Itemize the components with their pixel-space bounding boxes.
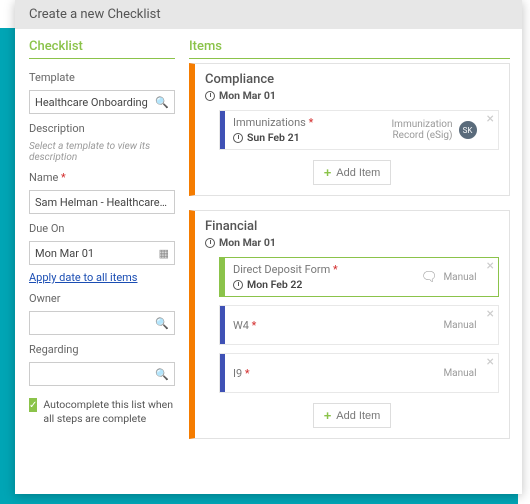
clock-icon — [205, 91, 215, 101]
item-group: Financial Mon Mar 01 Direct Deposit Form *… — [189, 210, 510, 439]
items-section-title: Items — [189, 39, 510, 59]
due-value: Mon Mar 01 — [35, 247, 159, 260]
checklist-item[interactable]: Direct Deposit Form * Mon Feb 22 🗨 Manual × — [219, 257, 499, 297]
checklist-item[interactable]: W4 * Manual × — [219, 305, 499, 345]
items-pane: Items Compliance Mon Mar 01 Immunizations … — [185, 29, 522, 494]
owner-input[interactable]: 🔍 — [29, 311, 175, 335]
remove-item-button[interactable]: × — [483, 354, 498, 392]
owner-label: Owner — [29, 292, 175, 305]
due-input[interactable]: Mon Mar 01 ▦ — [29, 241, 175, 265]
item-body: W4 * — [225, 306, 437, 344]
group-title: Financial — [205, 219, 499, 234]
item-group: Compliance Mon Mar 01 Immunizations * Sun F… — [189, 63, 510, 196]
autocomplete-label: Autocomplete this list when all steps ar… — [43, 398, 175, 425]
item-name: Direct Deposit Form * — [233, 263, 407, 276]
template-label: Template — [29, 71, 175, 84]
add-item-button[interactable]: +Add Item — [313, 403, 392, 428]
comment-icon[interactable]: 🗨 — [421, 270, 438, 285]
checklist-form: Checklist Template Healthcare Onboarding… — [15, 29, 185, 494]
clock-icon — [233, 133, 243, 143]
plus-icon: + — [324, 409, 332, 422]
checklist-item[interactable]: Immunizations * Sun Feb 21 ImmunizationRec… — [219, 110, 499, 150]
item-side: ImmunizationRecord (eSig) SK — [385, 111, 482, 149]
group-date: Mon Mar 01 — [205, 89, 499, 102]
due-label: Due On — [29, 222, 175, 235]
item-meta: Manual — [443, 320, 476, 331]
item-side: Manual — [437, 306, 482, 344]
item-side: Manual — [437, 354, 482, 392]
description-help: Select a template to view its descriptio… — [29, 141, 175, 163]
template-value: Healthcare Onboarding — [35, 96, 155, 109]
name-label: Name — [29, 171, 175, 184]
item-body: I9 * — [225, 354, 437, 392]
group-title: Compliance — [205, 72, 499, 87]
search-icon: 🔍 — [155, 317, 169, 330]
avatar[interactable]: SK — [459, 121, 477, 139]
checklist-item[interactable]: I9 * Manual × — [219, 353, 499, 393]
clock-icon — [233, 280, 243, 290]
checklist-panel: Create a new Checklist Checklist Templat… — [15, 0, 522, 494]
clock-icon — [205, 238, 215, 248]
item-body: Direct Deposit Form * Mon Feb 22 — [225, 258, 415, 296]
plus-icon: + — [324, 166, 332, 179]
checklist-section-title: Checklist — [29, 39, 175, 59]
item-name: I9 * — [233, 367, 429, 380]
remove-item-button[interactable]: × — [483, 306, 498, 344]
apply-date-link[interactable]: Apply date to all items — [29, 271, 175, 284]
description-label: Description — [29, 122, 175, 135]
search-icon: 🔍 — [155, 368, 169, 381]
add-item-button[interactable]: +Add Item — [313, 160, 392, 185]
calendar-icon: ▦ — [159, 247, 169, 260]
panel-title: Create a new Checklist — [29, 7, 161, 22]
remove-item-button[interactable]: × — [483, 111, 498, 149]
item-meta: Manual — [443, 368, 476, 379]
regarding-label: Regarding — [29, 343, 175, 356]
item-name: W4 * — [233, 319, 429, 332]
item-meta: ImmunizationRecord (eSig) — [391, 119, 452, 141]
name-input[interactable]: Sam Helman - Healthcare Onbo... — [29, 190, 175, 214]
item-date: Mon Feb 22 — [233, 278, 407, 291]
remove-item-button[interactable]: × — [483, 258, 498, 296]
name-value: Sam Helman - Healthcare Onbo... — [35, 196, 169, 209]
group-date: Mon Mar 01 — [205, 236, 499, 249]
item-meta: Manual — [443, 272, 476, 283]
autocomplete-checkbox[interactable]: ✓ — [29, 398, 37, 412]
template-input[interactable]: Healthcare Onboarding 🔍 — [29, 90, 175, 114]
panel-header: Create a new Checklist — [15, 0, 522, 29]
item-side: 🗨 Manual — [415, 258, 483, 296]
regarding-input[interactable]: 🔍 — [29, 362, 175, 386]
item-name: Immunizations * — [233, 116, 377, 129]
item-body: Immunizations * Sun Feb 21 — [225, 111, 385, 149]
item-date: Sun Feb 21 — [233, 131, 377, 144]
search-icon: 🔍 — [155, 96, 169, 109]
